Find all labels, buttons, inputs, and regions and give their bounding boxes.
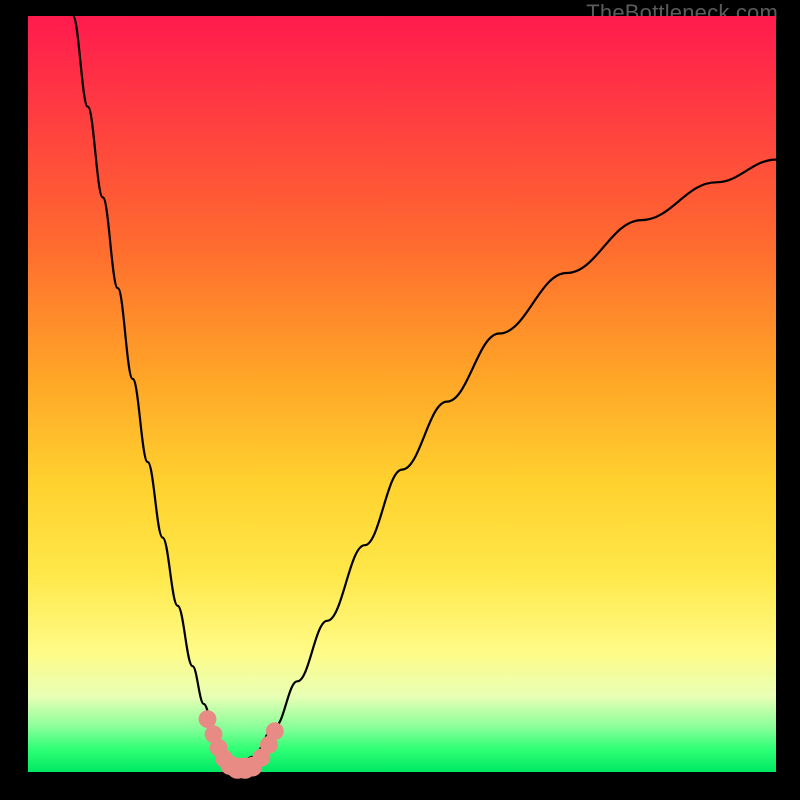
data-marker: [266, 722, 284, 740]
chart-svg: [28, 16, 776, 772]
marker-cluster: [199, 710, 284, 779]
plot-area: [28, 16, 776, 772]
curve-left-branch: [73, 16, 238, 768]
chart-frame: TheBottleneck.com: [0, 0, 800, 800]
curve-right-branch: [237, 160, 776, 769]
